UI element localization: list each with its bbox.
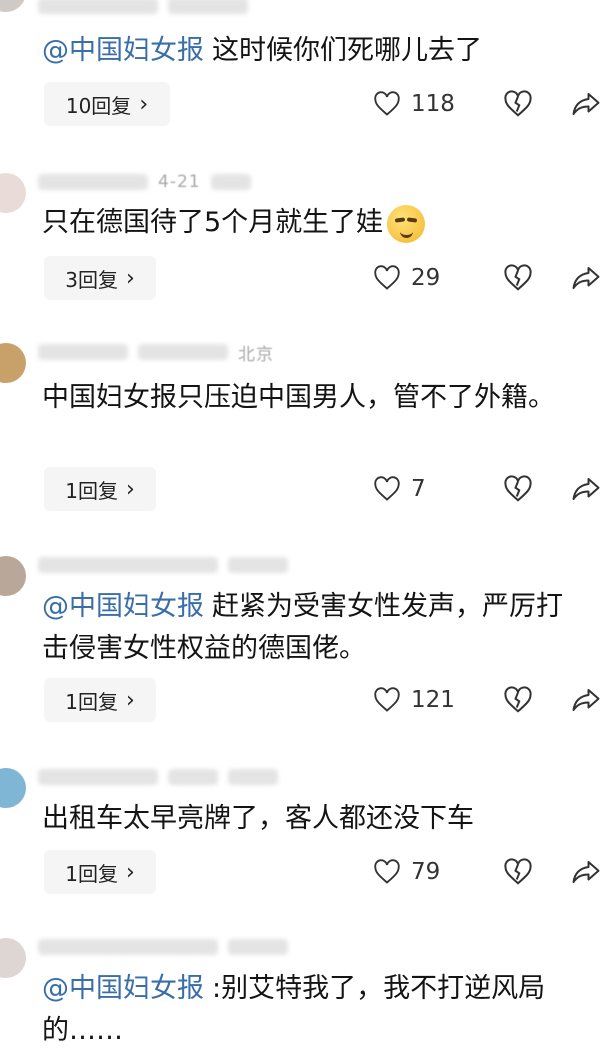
like-button[interactable]: 29 <box>373 256 457 300</box>
comment-meta <box>38 0 248 18</box>
share-arrow-icon[interactable] <box>571 685 601 715</box>
comment-text: 中国妇女报只压迫中国男人，管不了外籍。 <box>42 382 555 413</box>
chevron-right-icon: › <box>125 687 135 713</box>
heart-outline-icon <box>374 476 400 501</box>
share-arrow-icon[interactable] <box>571 474 601 504</box>
reply-button[interactable]: 1回复 › <box>44 850 156 894</box>
share-arrow-icon[interactable] <box>571 263 601 293</box>
chevron-right-icon: › <box>139 91 149 117</box>
comment-text: @中国妇女报 这时候你们死哪儿去了 <box>42 35 482 66</box>
share-arrow-icon[interactable] <box>571 857 601 887</box>
avatar[interactable] <box>0 343 26 383</box>
chevron-right-icon: › <box>125 859 135 885</box>
heart-outline-icon <box>374 91 400 116</box>
comment-text: 只在德国待了5个月就生了娃 <box>42 202 585 244</box>
like-button[interactable]: 118 <box>373 82 457 126</box>
like-button[interactable]: 7 <box>373 467 457 511</box>
comment-meta <box>38 765 278 789</box>
chevron-right-icon: › <box>125 476 135 502</box>
comment-meta <box>38 935 288 959</box>
comment-text: 出租车太早亮牌了，客人都还没下车 <box>42 803 474 834</box>
smirk-emoji-icon <box>387 204 426 243</box>
like-button[interactable]: 79 <box>373 850 457 894</box>
comment-meta <box>38 553 288 577</box>
comment-text: @中国妇女报 赶紧为受害女性发声，严厉打击侵害女性权益的德国佬。 <box>42 591 563 664</box>
chevron-right-icon: › <box>125 265 135 291</box>
mention-link[interactable]: @中国妇女报 <box>42 35 204 66</box>
reply-button[interactable]: 1回复 › <box>44 467 156 511</box>
like-count: 29 <box>411 265 441 291</box>
heart-outline-icon <box>374 687 400 712</box>
reply-button[interactable]: 3回复 › <box>44 256 156 300</box>
avatar[interactable] <box>0 556 26 596</box>
avatar[interactable] <box>0 938 26 978</box>
like-count: 7 <box>411 476 426 502</box>
share-arrow-icon[interactable] <box>571 89 601 119</box>
reply-button[interactable]: 10回复 › <box>44 82 170 126</box>
broken-heart-icon[interactable] <box>503 263 533 293</box>
avatar[interactable] <box>0 173 26 213</box>
reply-button[interactable]: 1回复 › <box>44 678 156 722</box>
mention-link[interactable]: @中国妇女报 <box>42 973 204 1004</box>
like-count: 118 <box>411 91 455 117</box>
comment-text: @中国妇女报:别艾特我了，我不打逆风局的…… <box>42 973 546 1046</box>
broken-heart-icon[interactable] <box>503 474 533 504</box>
broken-heart-icon[interactable] <box>503 857 533 887</box>
comment-meta: 北京 <box>38 340 274 365</box>
mention-link[interactable]: @中国妇女报 <box>42 591 204 622</box>
heart-outline-icon <box>374 859 400 884</box>
broken-heart-icon[interactable] <box>503 89 533 119</box>
like-count: 121 <box>411 687 455 713</box>
comment-meta: 4-21 <box>38 170 251 194</box>
broken-heart-icon[interactable] <box>503 685 533 715</box>
avatar[interactable] <box>0 768 26 808</box>
heart-outline-icon <box>374 265 400 290</box>
like-button[interactable]: 121 <box>373 678 457 722</box>
like-count: 79 <box>411 859 441 885</box>
avatar[interactable] <box>0 0 26 12</box>
